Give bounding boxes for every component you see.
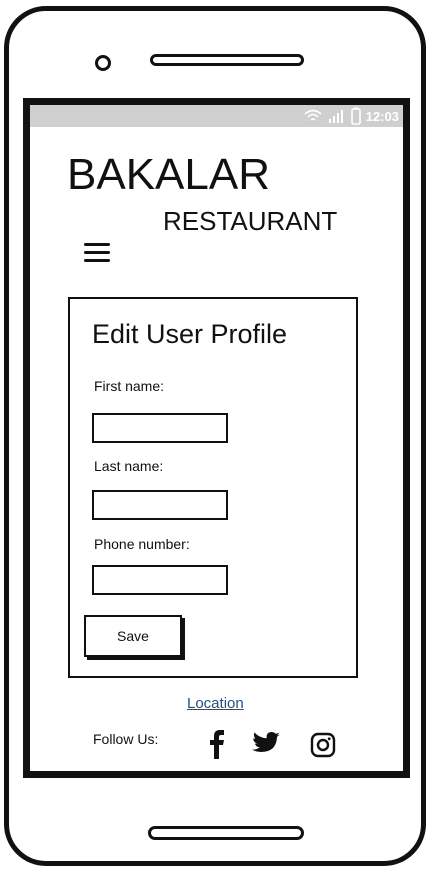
first-name-label: First name: — [94, 378, 165, 394]
facebook-icon[interactable] — [206, 728, 228, 760]
status-bar: 12:03 — [30, 105, 403, 127]
battery-icon — [350, 107, 361, 125]
status-time: 12:03 — [365, 108, 399, 124]
phone-number-label: Phone number: — [94, 536, 190, 552]
wifi-icon — [304, 109, 322, 121]
instagram-icon[interactable] — [310, 732, 336, 758]
signal-icon — [328, 110, 343, 123]
first-name-input[interactable] — [92, 413, 228, 443]
phone-screen: 12:03 BAKALAR RESTAURANT Edit User Profi… — [23, 98, 410, 778]
twitter-icon[interactable] — [251, 731, 281, 757]
brand-subtitle: RESTAURANT — [163, 206, 338, 236]
location-link[interactable]: Location — [187, 695, 244, 712]
hamburger-menu-icon[interactable] — [84, 241, 112, 265]
brand-name: BAKALAR — [67, 150, 270, 199]
speaker-grille — [150, 54, 304, 66]
form-title: Edit User Profile — [92, 319, 288, 349]
save-button[interactable]: Save — [84, 615, 182, 657]
home-button[interactable] — [148, 826, 304, 840]
follow-us-label: Follow Us: — [93, 731, 159, 747]
last-name-input[interactable] — [92, 490, 228, 520]
phone-number-input[interactable] — [92, 565, 228, 595]
edit-profile-form: Edit User Profile First name: Last name:… — [68, 297, 358, 678]
last-name-label: Last name: — [94, 458, 164, 474]
camera-icon — [95, 55, 111, 71]
